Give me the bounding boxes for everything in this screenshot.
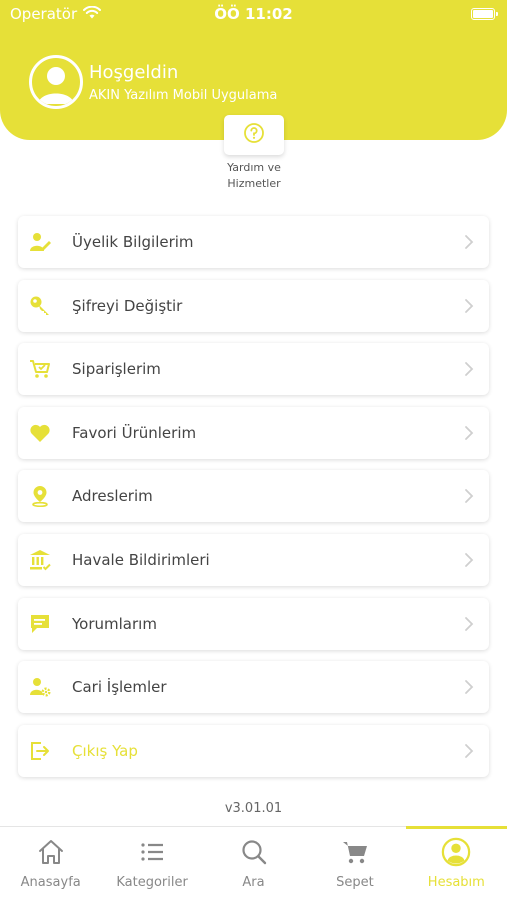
menu-label-membership: Üyelik Bilgilerim xyxy=(72,233,194,251)
chevron-right-icon xyxy=(465,235,474,249)
menu-item-addresses[interactable]: Adreslerim xyxy=(18,470,489,523)
app-version: v3.01.01 xyxy=(224,801,283,816)
location-pin-icon xyxy=(28,484,52,508)
menu-label-logout: Çıkış Yap xyxy=(72,741,138,760)
battery-icon xyxy=(471,8,498,20)
key-icon xyxy=(28,294,52,318)
menu-item-membership[interactable]: Üyelik Bilgilerim xyxy=(18,216,489,268)
tab-account[interactable]: Hesabım xyxy=(405,826,507,900)
user-gear-icon xyxy=(28,675,52,699)
tab-search[interactable]: Ara xyxy=(203,827,304,900)
bank-icon xyxy=(28,548,52,572)
menu-label-addresses: Adreslerim xyxy=(72,487,153,506)
menu-item-reviews[interactable]: Yorumlarım xyxy=(18,597,489,650)
menu-label-change-password: Şifreyi Değiştir xyxy=(72,296,183,315)
account-icon xyxy=(441,837,471,867)
menu-label-favorites: Favori Ürünlerim xyxy=(72,423,197,442)
cart-check-icon xyxy=(28,357,52,381)
heart-icon xyxy=(28,421,52,445)
logout-icon xyxy=(28,739,52,763)
chevron-right-icon xyxy=(465,680,474,695)
tab-cart[interactable]: Sepet xyxy=(304,827,405,900)
chevron-right-icon xyxy=(465,616,474,631)
home-icon xyxy=(36,837,66,867)
tab-label-account: Hesabım xyxy=(427,875,485,890)
greeting-subtitle: AKIN Yazılım Mobil Uygulama xyxy=(89,88,278,103)
status-time: ÖÖ 11:02 xyxy=(214,5,293,23)
menu-label-orders: Siparişlerim xyxy=(72,360,161,379)
chevron-right-icon xyxy=(465,553,474,567)
logout-button[interactable]: Çıkış Yap xyxy=(18,724,489,777)
help-label[interactable]: Yardım ve Hizmetler xyxy=(204,160,304,192)
menu-item-change-password[interactable]: Şifreyi Değiştir xyxy=(18,279,489,332)
chevron-right-icon xyxy=(465,489,474,504)
tab-label-search: Ara xyxy=(242,875,265,890)
menu-item-account-transactions[interactable]: Cari İşlemler xyxy=(18,661,489,714)
help-label-line1: Yardım ve xyxy=(227,161,281,174)
menu-label-account-transactions: Cari İşlemler xyxy=(72,678,167,697)
search-icon xyxy=(239,837,269,867)
chevron-right-icon xyxy=(465,298,474,313)
question-circle-icon xyxy=(243,122,265,148)
tab-categories[interactable]: Kategoriler xyxy=(101,827,202,900)
greeting-title: Hoşgeldin xyxy=(89,62,179,83)
chevron-right-icon xyxy=(465,425,474,440)
cart-icon xyxy=(340,837,370,867)
tab-label-home: Anasayfa xyxy=(20,875,81,890)
list-icon xyxy=(137,837,167,867)
comment-icon xyxy=(28,612,52,636)
tab-label-cart: Sepet xyxy=(336,875,374,890)
menu-label-transfer-notices: Havale Bildirimleri xyxy=(72,550,210,569)
menu-item-transfer-notices[interactable]: Havale Bildirimleri xyxy=(18,533,489,586)
avatar-icon[interactable] xyxy=(29,55,83,109)
account-menu: Üyelik Bilgilerim Şifreyi Değiştir Sipar… xyxy=(18,216,489,788)
tab-label-categories: Kategoriler xyxy=(116,875,188,890)
chevron-right-icon xyxy=(465,362,474,377)
menu-label-reviews: Yorumlarım xyxy=(72,614,157,633)
menu-item-orders[interactable]: Siparişlerim xyxy=(18,343,489,396)
help-button[interactable] xyxy=(224,115,284,155)
help-label-line2: Hizmetler xyxy=(227,177,281,190)
tab-home[interactable]: Anasayfa xyxy=(0,827,101,900)
user-edit-icon xyxy=(28,230,52,254)
chevron-right-icon xyxy=(465,743,474,758)
menu-item-favorites[interactable]: Favori Ürünlerim xyxy=(18,406,489,459)
tab-bar: Anasayfa Kategoriler Ara Sepet Hesabım xyxy=(0,826,507,900)
status-bar: Operatör ÖÖ 11:02 xyxy=(0,0,507,30)
